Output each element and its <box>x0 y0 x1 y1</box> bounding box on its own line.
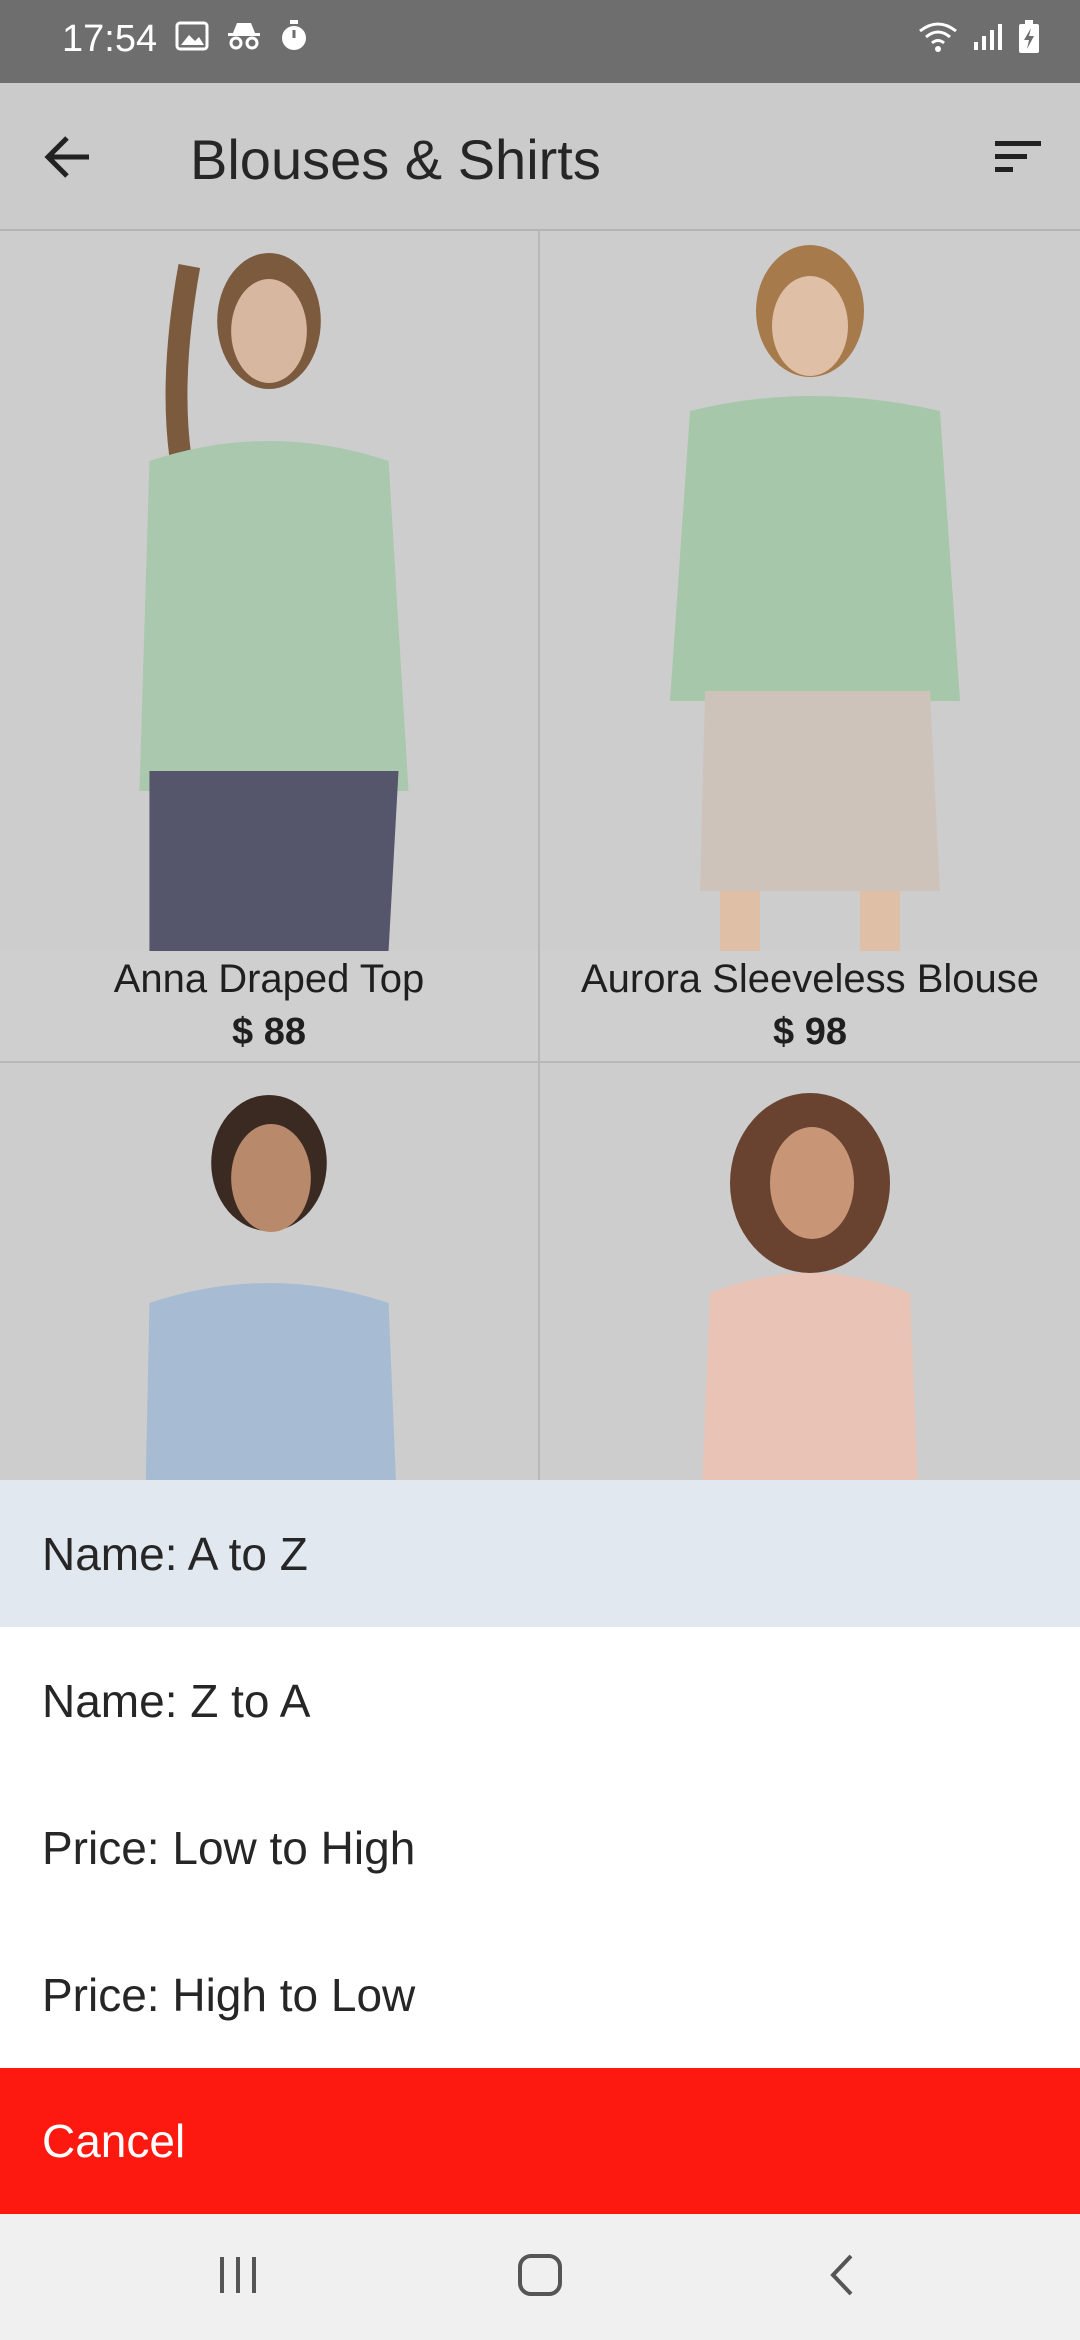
incognito-icon <box>225 21 263 51</box>
sort-option-name-desc[interactable]: Name: Z to A <box>0 1627 1080 1774</box>
product-image <box>540 1063 1080 1480</box>
product-name: Aurora Sleeveless Blouse <box>580 957 1040 1001</box>
product-image <box>0 1063 538 1480</box>
cancel-button[interactable]: Cancel <box>0 2068 1080 2214</box>
top-shape <box>670 396 960 701</box>
sort-option-price-asc[interactable]: Price: Low to High <box>0 1774 1080 1921</box>
image-icon <box>175 21 209 51</box>
sort-option-price-desc[interactable]: Price: High to Low <box>0 1921 1080 2068</box>
home-icon <box>517 2253 563 2302</box>
top-shape <box>702 1273 918 1480</box>
product-price: $ 88 <box>232 1011 306 1053</box>
signal-icon <box>972 22 1004 52</box>
recent-apps-button[interactable] <box>178 2242 298 2312</box>
sort-button[interactable] <box>978 119 1058 199</box>
back-icon <box>827 2253 857 2302</box>
timer-icon <box>279 20 309 52</box>
back-button[interactable] <box>28 119 108 199</box>
product-grid: Anna Draped Top $ 88 Aurora Sleeveless B… <box>0 231 1080 1480</box>
product-image <box>0 231 538 951</box>
product-card[interactable] <box>0 1063 540 1480</box>
arrow-left-icon <box>43 135 93 184</box>
system-nav-bar <box>0 2214 1080 2340</box>
status-time: 17:54 <box>62 18 158 60</box>
home-button[interactable] <box>480 2242 600 2312</box>
top-shape <box>139 441 409 791</box>
status-right-icons <box>918 20 1040 54</box>
status-left-icons <box>175 20 309 52</box>
product-price: $ 98 <box>773 1011 847 1053</box>
sort-option-name-asc[interactable]: Name: A to Z <box>0 1480 1080 1627</box>
recent-apps-icon <box>216 2255 260 2300</box>
product-card[interactable]: Anna Draped Top $ 88 <box>0 231 540 1063</box>
page-title: Blouses & Shirts <box>190 128 601 191</box>
product-image <box>540 231 1080 951</box>
status-bar: 17:54 <box>0 0 1080 83</box>
sort-icon <box>993 139 1043 180</box>
app-bar: Blouses & Shirts <box>0 83 1080 231</box>
bottom-shape <box>149 771 399 951</box>
top-shape <box>145 1283 396 1480</box>
battery-charging-icon <box>1018 20 1040 54</box>
system-back-button[interactable] <box>782 2242 902 2312</box>
product-card[interactable] <box>540 1063 1080 1480</box>
bottom-shape <box>700 691 940 891</box>
product-card[interactable]: Aurora Sleeveless Blouse $ 98 <box>540 231 1080 1063</box>
sort-sheet: Name: A to Z Name: Z to A Price: Low to … <box>0 1480 1080 2214</box>
product-name: Anna Draped Top <box>113 957 425 1001</box>
wifi-icon <box>918 21 958 53</box>
